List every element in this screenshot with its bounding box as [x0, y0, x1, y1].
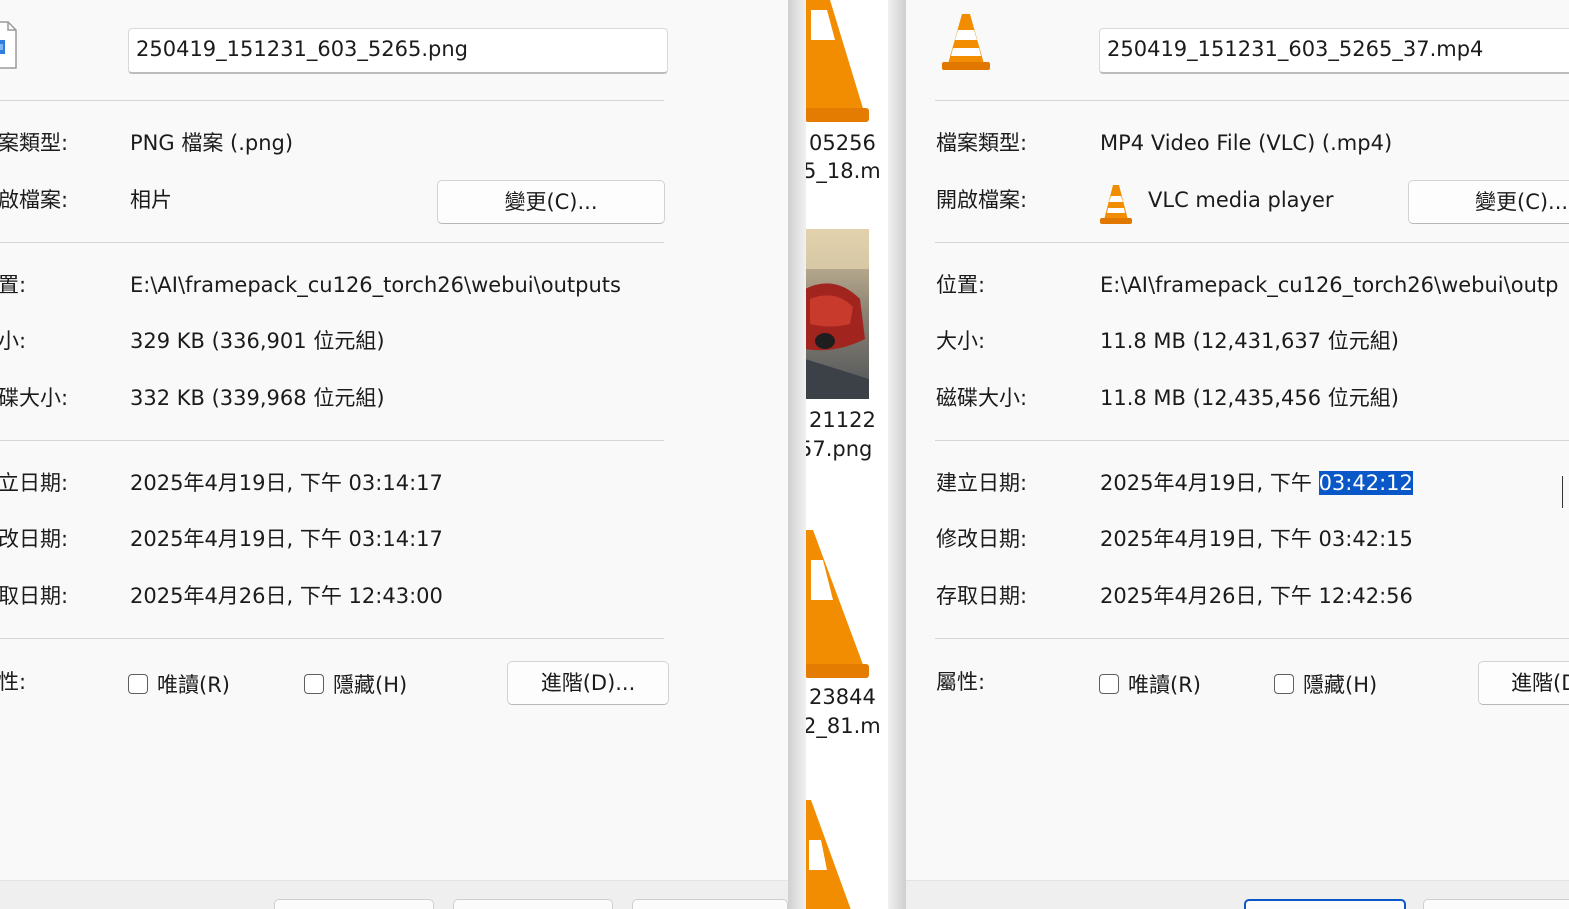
- location-value[interactable]: E:\AI\framepack_cu126_torch26\webui\outp…: [130, 272, 621, 298]
- vlc-cone-icon[interactable]: [805, 0, 871, 129]
- attributes-label: 屬性:: [936, 670, 986, 694]
- modified-label: 修改日期:: [936, 527, 1028, 551]
- ok-button[interactable]: [1244, 899, 1406, 909]
- created-label: 立日期:: [0, 471, 69, 495]
- ok-button[interactable]: [274, 899, 434, 909]
- opens-with-value: VLC media player: [1148, 188, 1334, 212]
- cancel-button[interactable]: [453, 899, 613, 909]
- vlc-app-icon: [1099, 184, 1133, 230]
- window-shadow: [788, 0, 806, 909]
- file-item-name[interactable]: 2_81.m: [805, 712, 881, 740]
- hidden-label[interactable]: 隱藏(H): [333, 672, 407, 698]
- file-type-label: 案類型:: [0, 131, 69, 155]
- created-value-text: 2025年4月19日, 下午: [1100, 471, 1319, 495]
- created-value[interactable]: 2025年4月19日, 下午 03:14:17: [130, 470, 443, 496]
- disk-size-label: 磁碟大小:: [936, 386, 1028, 410]
- opens-with-label: 啟檔案:: [0, 188, 69, 212]
- readonly-checkbox[interactable]: [1099, 674, 1119, 694]
- size-value: 329 KB (336,901 位元組): [130, 329, 385, 353]
- created-label: 建立日期:: [936, 471, 1028, 495]
- accessed-label: 存取日期:: [936, 584, 1028, 608]
- file-item-name[interactable]: 21122: [809, 406, 876, 434]
- vlc-cone-icon[interactable]: [805, 800, 871, 909]
- created-value[interactable]: 2025年4月19日, 下午 03:42:12: [1100, 470, 1413, 496]
- opens-with-label: 開啟檔案:: [936, 188, 1028, 212]
- apply-button[interactable]: [632, 899, 788, 909]
- file-item-name[interactable]: 5_18.m: [805, 157, 881, 185]
- left-properties-dialog: 250419_151231_603_5265.png 案類型: PNG 檔案 (…: [0, 0, 788, 909]
- disk-size-value: 332 KB (339,968 位元組): [130, 386, 385, 410]
- cancel-button[interactable]: [1423, 899, 1569, 909]
- filename-field[interactable]: 250419_151231_603_5265.png: [128, 28, 668, 74]
- separator: [0, 100, 664, 101]
- file-type-label: 檔案類型:: [936, 131, 1028, 155]
- file-item-name[interactable]: 23844: [809, 683, 876, 711]
- explorer-file-strip: 05256 5_18.m 21122 57.png 23844 2_81.m: [805, 0, 889, 909]
- separator: [935, 242, 1569, 243]
- created-time-selection[interactable]: 03:42:12: [1318, 471, 1413, 495]
- attributes-label: 性:: [0, 670, 27, 694]
- size-value: 11.8 MB (12,431,637 位元組): [1100, 329, 1399, 353]
- readonly-checkbox[interactable]: [128, 674, 148, 694]
- accessed-label: 取日期:: [0, 584, 69, 608]
- modified-value[interactable]: 2025年4月19日, 下午 03:42:15: [1100, 526, 1413, 552]
- size-label: 小:: [0, 329, 27, 353]
- filename-field[interactable]: 250419_151231_603_5265_37.mp4: [1099, 28, 1569, 74]
- size-label: 大小:: [936, 329, 986, 353]
- file-type-value: MP4 Video File (VLC) (.mp4): [1100, 131, 1393, 155]
- file-item-name[interactable]: 57.png: [805, 435, 872, 463]
- location-label: 置:: [0, 273, 27, 297]
- hidden-label[interactable]: 隱藏(H): [1303, 672, 1377, 698]
- advanced-button[interactable]: 進階(D)...: [1478, 661, 1569, 705]
- accessed-value[interactable]: 2025年4月26日, 下午 12:42:56: [1100, 583, 1413, 609]
- car-thumbnail-image[interactable]: [805, 229, 869, 403]
- hidden-checkbox[interactable]: [304, 674, 324, 694]
- disk-size-value: 11.8 MB (12,435,456 位元組): [1100, 386, 1399, 410]
- separator: [0, 440, 664, 441]
- modified-label: 改日期:: [0, 527, 69, 551]
- vlc-cone-icon[interactable]: [805, 530, 871, 684]
- location-value[interactable]: E:\AI\framepack_cu126_torch26\webui\outp: [1100, 272, 1558, 298]
- change-button[interactable]: 變更(C)...: [1408, 180, 1569, 224]
- readonly-label[interactable]: 唯讀(R): [1128, 672, 1201, 698]
- file-item-name[interactable]: 05256: [809, 129, 876, 157]
- png-file-icon: [0, 18, 20, 74]
- accessed-value[interactable]: 2025年4月26日, 下午 12:43:00: [130, 583, 443, 609]
- separator: [935, 100, 1569, 101]
- separator: [935, 638, 1569, 639]
- advanced-button[interactable]: 進階(D)...: [507, 661, 669, 705]
- text-cursor: [1562, 476, 1565, 508]
- vlc-file-icon: [940, 12, 992, 76]
- separator: [0, 638, 664, 639]
- hidden-checkbox[interactable]: [1274, 674, 1294, 694]
- window-shadow: [888, 0, 906, 909]
- separator: [0, 242, 664, 243]
- disk-size-label: 碟大小:: [0, 386, 69, 410]
- separator: [935, 440, 1569, 441]
- location-label: 位置:: [936, 273, 986, 297]
- readonly-label[interactable]: 唯讀(R): [157, 672, 230, 698]
- opens-with-value: 相片: [130, 188, 172, 212]
- modified-value[interactable]: 2025年4月19日, 下午 03:14:17: [130, 526, 443, 552]
- file-type-value: PNG 檔案 (.png): [130, 131, 294, 155]
- right-properties-dialog: 250419_151231_603_5265_37.mp4 檔案類型: MP4 …: [906, 0, 1569, 909]
- change-button[interactable]: 變更(C)...: [437, 180, 665, 224]
